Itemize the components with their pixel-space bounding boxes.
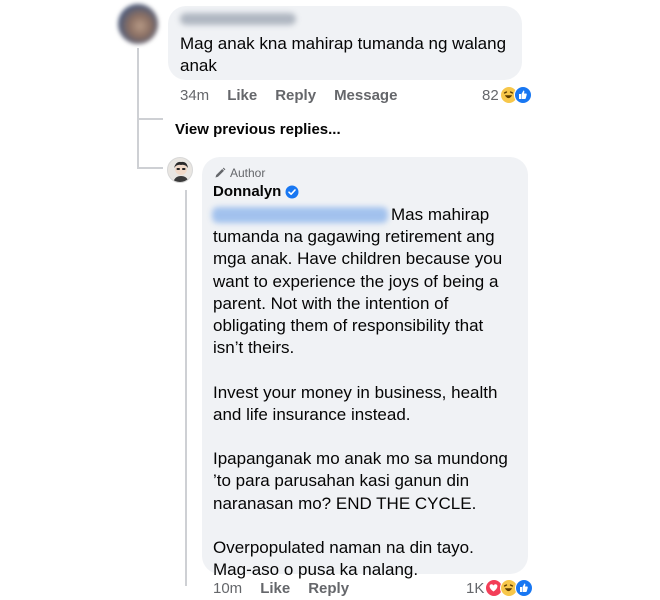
reaction-count[interactable]: 82	[482, 87, 499, 104]
thread-line-reply	[185, 190, 187, 586]
commenter-name-redacted[interactable]	[180, 13, 296, 25]
reply-text: Mas mahirap tumanda na gagawing retireme…	[213, 204, 519, 581]
thread-line-branch-1	[137, 118, 163, 120]
reply-paragraph-4: Overpopulated naman na din tayo. Mag-aso…	[213, 537, 519, 581]
author-name-label[interactable]: Donnalyn	[213, 183, 281, 200]
reaction-count[interactable]: 1K	[466, 580, 484, 597]
view-previous-replies-link[interactable]: View previous replies...	[175, 121, 341, 138]
avatar[interactable]	[118, 4, 158, 44]
like-button[interactable]: Like	[227, 87, 257, 104]
like-reaction-icon[interactable]	[514, 86, 532, 104]
reply-line: parent. Not with the intention of	[213, 293, 449, 313]
reply-paragraph-2: Invest your money in business, health an…	[213, 382, 519, 426]
like-button[interactable]: Like	[260, 580, 290, 597]
author-name[interactable]: Donnalyn	[213, 183, 299, 200]
comment-actions: 34m Like Reply Message	[180, 87, 397, 104]
message-button[interactable]: Message	[334, 87, 397, 104]
reply-line: Mas mahirap	[391, 205, 490, 224]
reply-line: isn’t theirs.	[213, 338, 295, 358]
reply-line: tumanda na gagawing retirement ang	[213, 227, 495, 247]
reply-line: Mag-aso o pusa ka nalang.	[213, 560, 419, 580]
thread-line-branch-2	[137, 118, 139, 168]
reply-line: ’to para parusahan kasi ganun din	[213, 471, 470, 491]
reply-line: and life insurance instead.	[213, 404, 411, 424]
thread-line-branch-2-h	[137, 167, 163, 169]
thread-line-vertical	[137, 48, 139, 120]
reply-button[interactable]: Reply	[308, 580, 349, 597]
reply-line: obligating them of responsibility that	[213, 316, 484, 336]
reply-line: Ipapanganak mo anak mo sa mundong	[213, 449, 508, 469]
reply-time[interactable]: 10m	[213, 580, 242, 597]
reply-actions: 10m Like Reply	[213, 580, 349, 597]
author-avatar[interactable]	[167, 157, 193, 183]
like-reaction-icon[interactable]	[515, 579, 533, 597]
reply-paragraph-1: Mas mahirap tumanda na gagawing retireme…	[213, 204, 519, 359]
comment-time[interactable]: 34m	[180, 87, 209, 104]
reply-line: want to experience the joys of being a	[213, 271, 499, 291]
reply-paragraph-3: Ipapanganak mo anak mo sa mundong ’to pa…	[213, 448, 519, 515]
pencil-icon	[215, 167, 226, 178]
comment-text: Mag anak kna mahirap tumanda ng walang a…	[180, 34, 507, 75]
reply-line: naranasan mo? END THE CYCLE.	[213, 493, 477, 513]
reply-line: mga anak. Have children because you	[213, 249, 503, 269]
reply-line: Invest your money in business, health	[213, 382, 498, 402]
verified-icon	[285, 185, 299, 198]
author-badge-label: Author	[230, 166, 266, 180]
reply-line: Overpopulated naman na din tayo.	[213, 538, 474, 557]
reply-button[interactable]: Reply	[275, 87, 316, 104]
author-badge: Author	[214, 166, 265, 180]
